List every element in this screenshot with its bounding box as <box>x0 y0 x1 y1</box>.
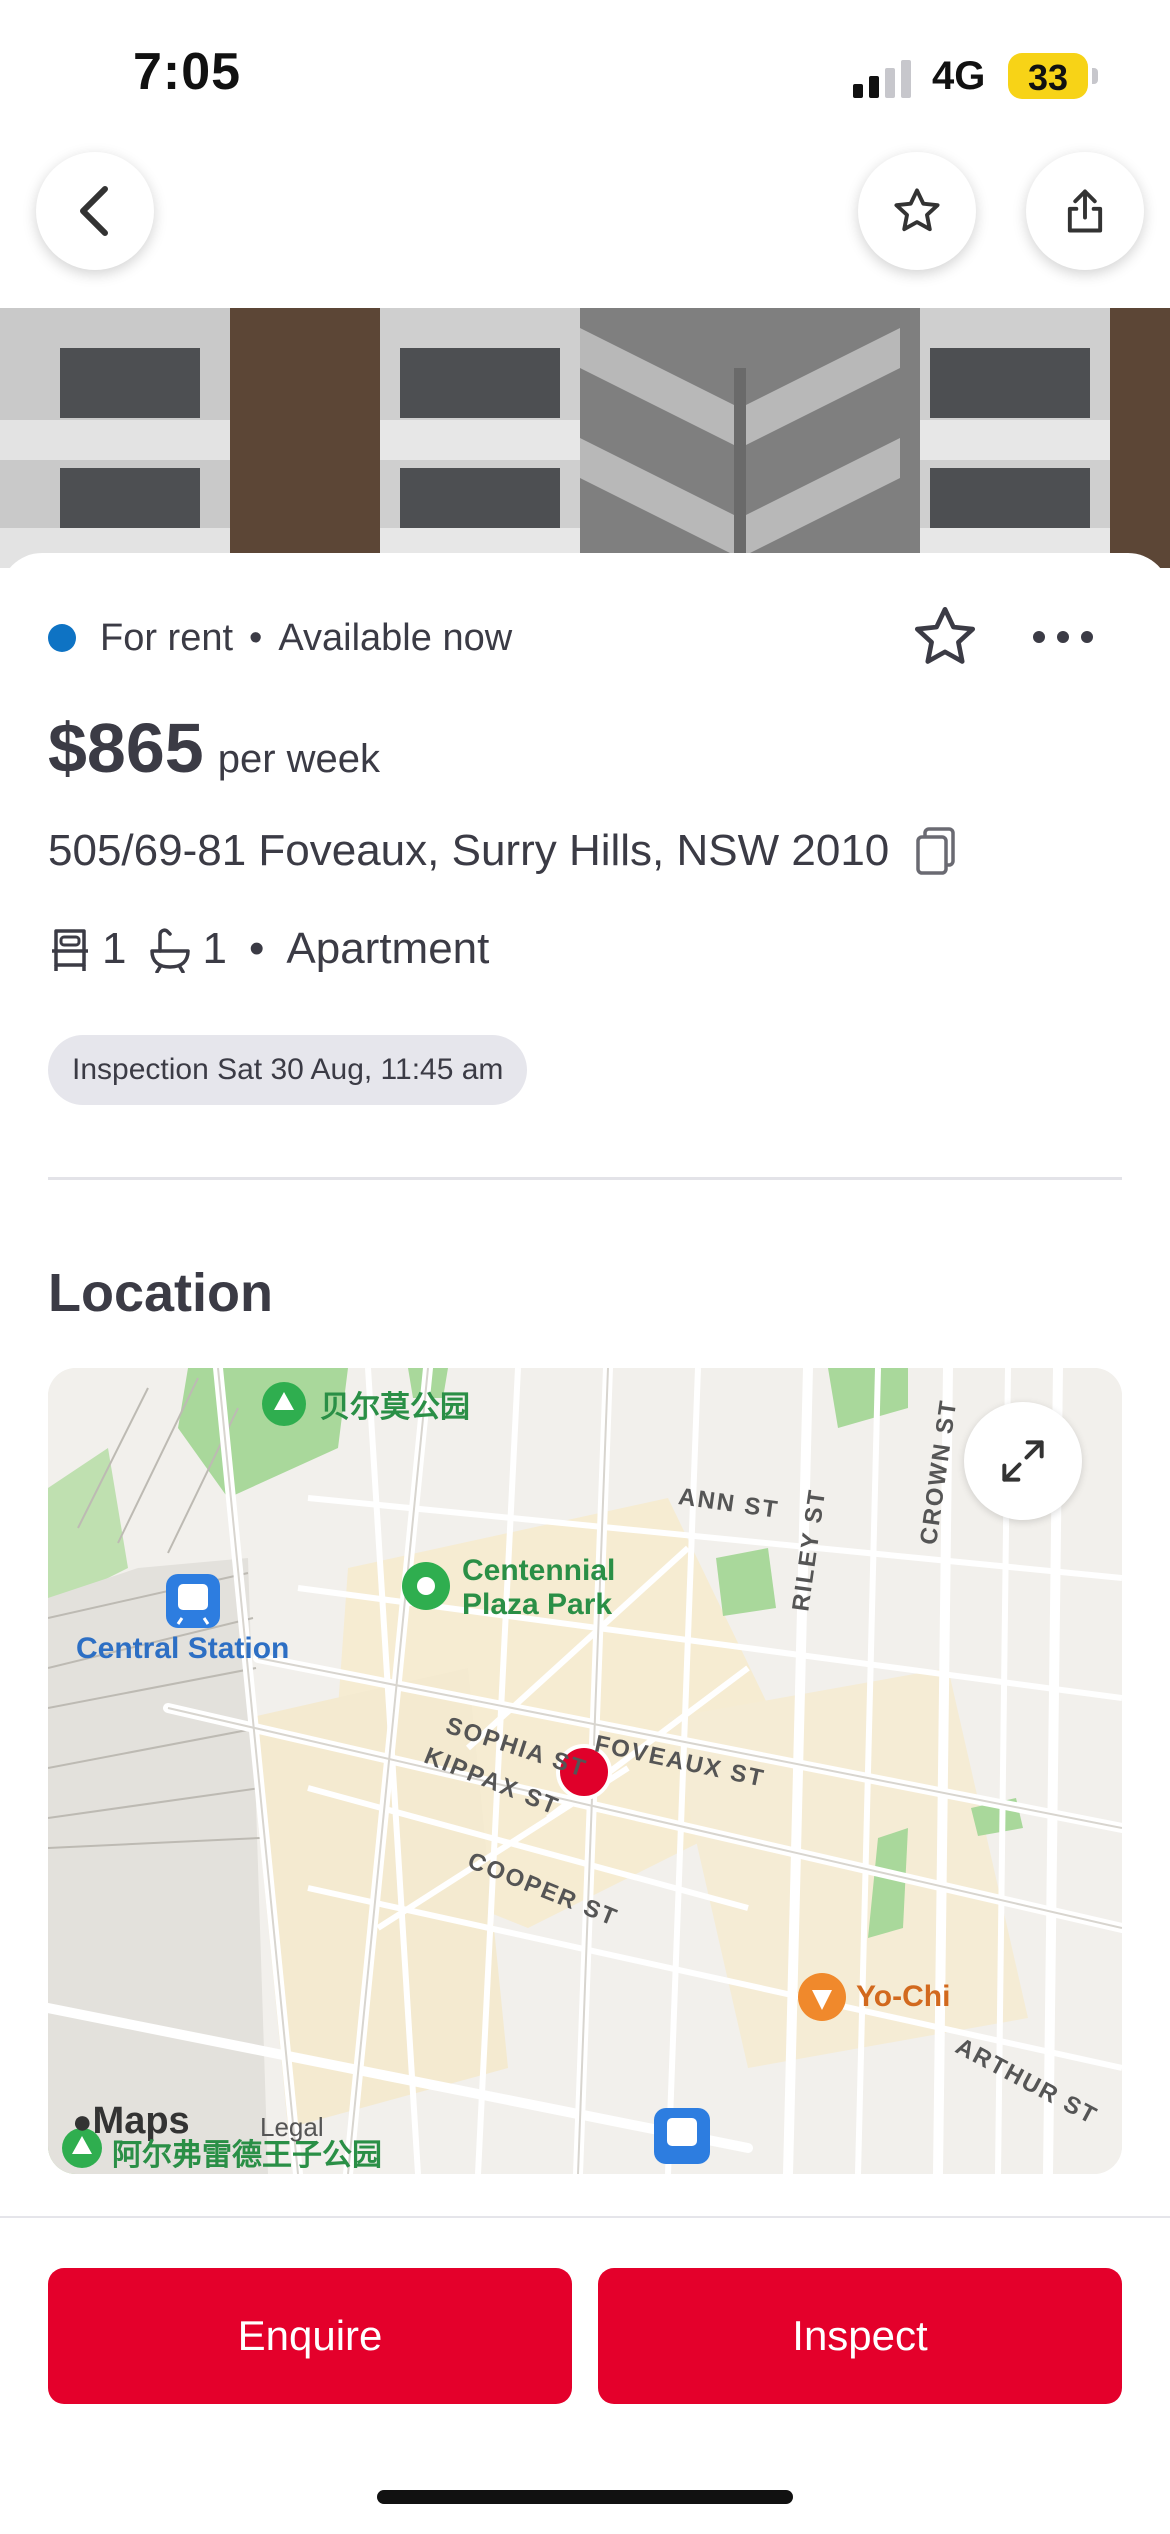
map-label-belmore-park: 贝尔莫公园 <box>320 1391 470 1424</box>
location-map[interactable]: 贝尔莫公园 ANN ST CROWN ST RILEY ST Centennia… <box>48 1368 1122 2174</box>
expand-icon <box>1002 1440 1044 1482</box>
map-expand-button[interactable] <box>964 1402 1082 1520</box>
shortlist-button[interactable] <box>858 152 976 270</box>
features-row: 1 1 • Apartment <box>48 920 489 978</box>
battery-level: 33 <box>1027 57 1069 98</box>
map-label-prince-alfred-park: 阿尔弗雷德王子公园 <box>112 2139 382 2172</box>
building-facade-image <box>0 308 1170 568</box>
listing-hero-photo[interactable] <box>0 308 1170 568</box>
chevron-left-icon <box>80 186 108 236</box>
more-options-icon[interactable] <box>1028 620 1098 654</box>
price-row: $865 per week <box>48 708 380 788</box>
property-type: Apartment <box>286 924 490 973</box>
share-icon <box>1067 189 1103 233</box>
separator-dot: • <box>249 616 263 659</box>
price: $865 <box>48 709 204 787</box>
inspection-chip[interactable]: Inspection Sat 30 Aug, 11:45 am <box>48 1035 528 1105</box>
map-label-centennial-1: Centennial <box>462 1554 616 1587</box>
availability: Available now <box>278 616 513 659</box>
status-bar: 7:05 4G 33 <box>0 0 1170 150</box>
back-button[interactable] <box>36 152 154 270</box>
share-button[interactable] <box>1026 152 1144 270</box>
inspect-button[interactable]: Inspect <box>598 2268 1122 2404</box>
address: 505/69-81 Foveaux, Surry Hills, NSW 2010 <box>48 826 890 875</box>
map-label-yo-chi: Yo-Chi <box>856 1980 951 2013</box>
enquire-button[interactable]: Enquire <box>48 2268 572 2404</box>
map-label-central-station: Central Station <box>76 1632 290 1665</box>
bath-icon <box>150 928 191 973</box>
section-divider <box>48 1177 1122 1180</box>
listing-status: For rent <box>100 616 234 659</box>
home-indicator[interactable] <box>377 2490 793 2504</box>
bed-icon <box>52 929 88 971</box>
star-icon <box>894 188 940 232</box>
status-time: 7:05 <box>133 43 242 101</box>
price-suffix: per week <box>217 737 381 781</box>
apple-logo-icon: ● <box>72 2103 93 2141</box>
bedroom-count: 1 <box>102 924 127 973</box>
location-title: Location <box>48 1263 273 1323</box>
map-label-centennial-2: Plaza Park <box>462 1588 613 1621</box>
battery-icon: 33 <box>1008 53 1088 99</box>
network-type: 4G <box>932 54 986 98</box>
battery-cap <box>1092 68 1098 84</box>
status-dot-icon <box>48 624 76 652</box>
separator-dot: • <box>248 924 265 973</box>
copy-icon[interactable] <box>915 827 957 875</box>
address-row: 505/69-81 Foveaux, Surry Hills, NSW 2010 <box>48 826 957 876</box>
signal-strength-icon <box>853 60 911 98</box>
listing-status-row: For rent • Available now <box>48 612 512 664</box>
favourite-star-icon[interactable] <box>910 602 980 672</box>
bathroom-count: 1 <box>202 924 227 973</box>
